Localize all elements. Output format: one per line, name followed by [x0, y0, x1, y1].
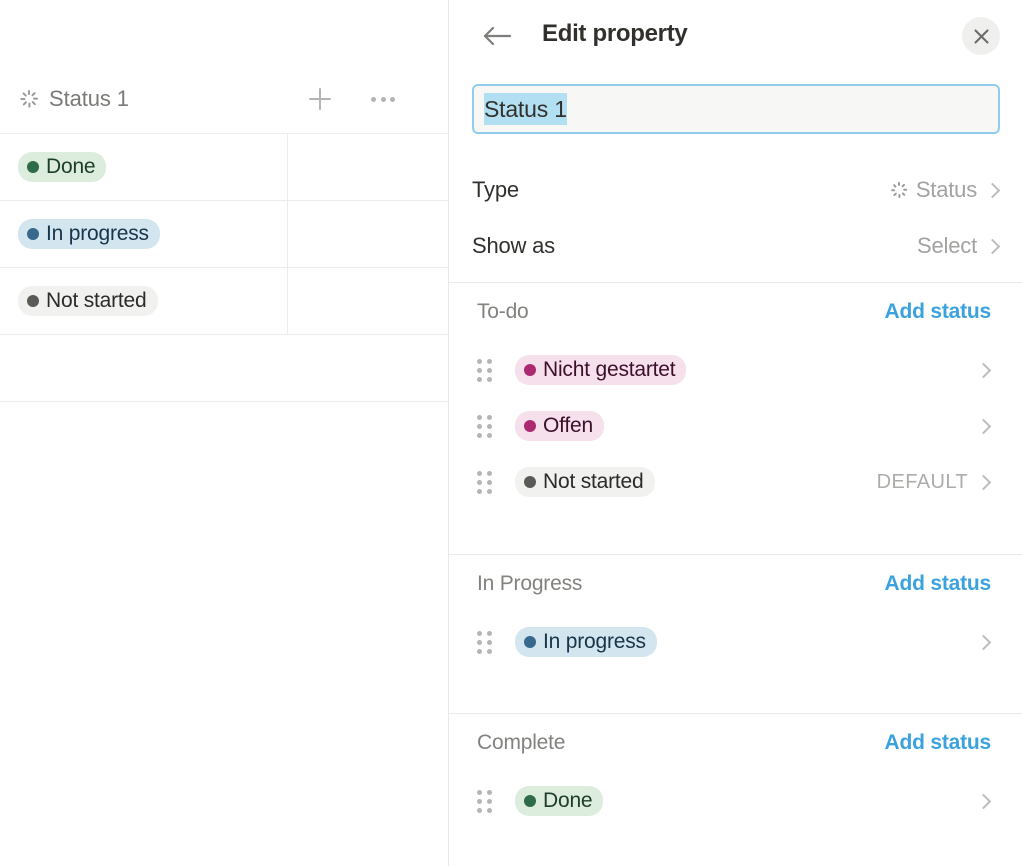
column-menu-button[interactable] — [368, 84, 398, 114]
property-showas-row[interactable]: Show as Select — [472, 226, 1001, 266]
drag-handle-icon[interactable] — [477, 359, 493, 382]
status-list-item[interactable]: Done — [449, 773, 1022, 829]
group-header: To-do Add status — [449, 282, 1022, 342]
property-type-label: Type — [472, 177, 519, 202]
cell-divider — [287, 268, 288, 334]
status-spinner-icon — [18, 88, 40, 110]
status-list-item[interactable]: Offen — [449, 398, 1022, 454]
add-status-button[interactable]: Add status — [884, 731, 991, 755]
back-button[interactable] — [481, 19, 515, 53]
status-chip-label: Not started — [46, 289, 147, 312]
chevron-right-icon — [975, 793, 992, 809]
status-group-in-progress: In Progress Add status In progress — [449, 554, 1022, 670]
status-dot-icon — [524, 636, 536, 648]
status-dot-icon — [524, 795, 536, 807]
drag-handle-icon[interactable] — [477, 415, 493, 438]
property-name-input[interactable]: Status 1 — [472, 84, 1000, 134]
status-group-todo: To-do Add status Nicht gestartet Offen N… — [449, 282, 1022, 510]
page-title: Edit property — [542, 20, 688, 47]
table-grid: Done In progress Not started — [0, 133, 448, 402]
status-list-item[interactable]: In progress — [449, 614, 1022, 670]
group-name: To-do — [477, 300, 529, 323]
status-dot-icon — [27, 161, 39, 173]
group-header: Complete Add status — [449, 713, 1022, 773]
status-chip[interactable]: Done — [515, 786, 604, 816]
chevron-right-icon — [975, 634, 992, 650]
status-list-item[interactable]: Nicht gestartet — [449, 342, 1022, 398]
arrow-left-icon — [483, 26, 512, 46]
column-title[interactable]: Status 1 — [49, 86, 129, 112]
chevron-right-icon — [975, 362, 992, 378]
table-bottom-border — [0, 401, 448, 402]
default-status-badge: DEFAULT — [876, 470, 968, 493]
edit-property-panel: Edit property Status 1 Type Status Show … — [448, 0, 1022, 866]
property-type-value: Status — [915, 177, 977, 202]
status-chip[interactable]: In progress — [18, 219, 160, 249]
drag-handle-icon[interactable] — [477, 471, 493, 494]
status-spinner-icon — [889, 180, 909, 200]
status-chip-label: Done — [543, 789, 593, 812]
ellipsis-icon — [371, 96, 395, 102]
property-showas-label: Show as — [472, 233, 555, 258]
table-row-empty[interactable] — [0, 334, 448, 401]
drag-handle-icon[interactable] — [477, 790, 493, 813]
status-chip-label: Offen — [543, 414, 593, 437]
status-chip[interactable]: Nicht gestartet — [515, 355, 687, 385]
status-group-complete: Complete Add status Done — [449, 713, 1022, 829]
database-table-pane: Status 1 Done In progress Not started — [0, 0, 448, 866]
cell-divider — [287, 201, 288, 267]
status-chip-label: In progress — [543, 630, 646, 653]
status-chip[interactable]: Offen — [515, 411, 604, 441]
property-type-row[interactable]: Type Status — [472, 170, 1001, 210]
add-status-button[interactable]: Add status — [884, 300, 991, 324]
status-chip[interactable]: In progress — [515, 627, 657, 657]
group-name: In Progress — [477, 572, 583, 595]
property-name-value: Status 1 — [484, 93, 567, 125]
close-icon — [973, 28, 989, 44]
add-status-button[interactable]: Add status — [884, 572, 991, 596]
table-row[interactable]: Done — [0, 133, 448, 200]
group-name: Complete — [477, 731, 566, 754]
property-showas-value: Select — [917, 233, 977, 258]
drag-handle-icon[interactable] — [477, 631, 493, 654]
table-row[interactable]: Not started — [0, 267, 448, 334]
panel-header: Edit property — [449, 0, 1022, 72]
status-dot-icon — [27, 295, 39, 307]
chevron-right-icon — [975, 418, 992, 434]
chevron-right-icon — [984, 182, 1001, 198]
status-chip[interactable]: Done — [18, 152, 107, 182]
status-dot-icon — [524, 364, 536, 376]
close-button[interactable] — [962, 17, 1000, 55]
status-chip-label: Nicht gestartet — [543, 358, 676, 381]
status-list-item[interactable]: Not started DEFAULT — [449, 454, 1022, 510]
group-header: In Progress Add status — [449, 554, 1022, 614]
add-column-button[interactable] — [305, 84, 335, 114]
chevron-right-icon — [984, 238, 1001, 254]
cell-divider — [287, 134, 288, 200]
status-chip[interactable]: Not started — [18, 286, 158, 316]
status-chip-label: Not started — [543, 470, 644, 493]
status-chip[interactable]: Not started — [515, 467, 655, 497]
chevron-right-icon — [975, 474, 992, 490]
status-dot-icon — [524, 420, 536, 432]
table-row[interactable]: In progress — [0, 200, 448, 267]
status-dot-icon — [524, 476, 536, 488]
status-chip-label: Done — [46, 155, 96, 178]
status-dot-icon — [27, 228, 39, 240]
status-chip-label: In progress — [46, 222, 149, 245]
